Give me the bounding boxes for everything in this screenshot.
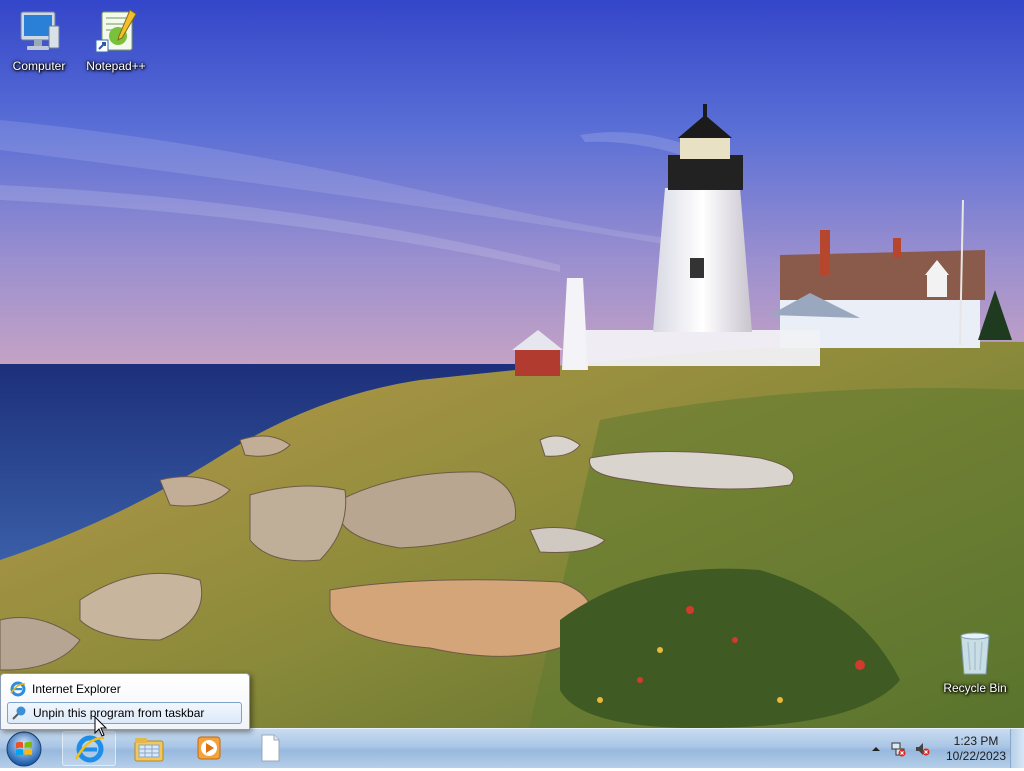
- document-icon: [261, 734, 280, 762]
- taskbar-clock[interactable]: 1:23 PM 10/22/2023: [940, 734, 1012, 764]
- jumplist-item-unpin[interactable]: Unpin this program from taskbar: [7, 702, 242, 724]
- internet-explorer-icon: [10, 681, 26, 696]
- jumplist-item-label: Unpin this program from taskbar: [33, 706, 205, 720]
- clock-date: 10/22/2023: [945, 749, 1007, 763]
- recycle-bin-icon: [960, 632, 990, 675]
- taskbar-button-media-player[interactable]: [182, 731, 236, 766]
- clock-time: 1:23 PM: [953, 734, 999, 748]
- jumplist-item-label: Internet Explorer: [32, 681, 121, 696]
- desktop-icon-notepadpp[interactable]: Notepad++: [78, 8, 154, 73]
- windows-start-orb-icon: [6, 731, 42, 767]
- show-desktop-button[interactable]: [1010, 729, 1024, 768]
- show-hidden-icons-icon[interactable]: [868, 741, 884, 757]
- unpin-icon: [12, 706, 26, 720]
- desktop-icon-label: Computer: [12, 59, 66, 73]
- jumplist-item-internet-explorer[interactable]: Internet Explorer: [7, 678, 242, 699]
- desktop-icon-computer[interactable]: Computer: [1, 8, 77, 73]
- internet-explorer-icon: [74, 735, 105, 763]
- desktop-wallpaper: [0, 0, 1024, 768]
- taskbar-button-document[interactable]: [242, 731, 296, 766]
- desktop-icon-label: Notepad++: [86, 59, 146, 73]
- taskbar: 1:23 PM 10/22/2023: [0, 728, 1024, 768]
- start-button[interactable]: [4, 730, 44, 768]
- desktop-icon-label: Recycle Bin: [943, 681, 1007, 695]
- taskbar-button-windows-explorer[interactable]: [122, 731, 176, 766]
- notepadpp-icon: [95, 9, 137, 53]
- volume-muted-icon[interactable]: [914, 741, 930, 757]
- computer-icon: [20, 11, 60, 50]
- system-tray: 1:23 PM 10/22/2023: [862, 729, 1024, 769]
- mouse-cursor-icon: [94, 716, 108, 737]
- taskbar-jump-list: Internet Explorer Unpin this program fro…: [0, 673, 250, 730]
- desktop-icon-recycle-bin[interactable]: Recycle Bin: [937, 630, 1013, 695]
- windows-explorer-icon: [134, 738, 164, 762]
- network-icon[interactable]: [890, 741, 906, 757]
- media-player-icon: [197, 736, 221, 760]
